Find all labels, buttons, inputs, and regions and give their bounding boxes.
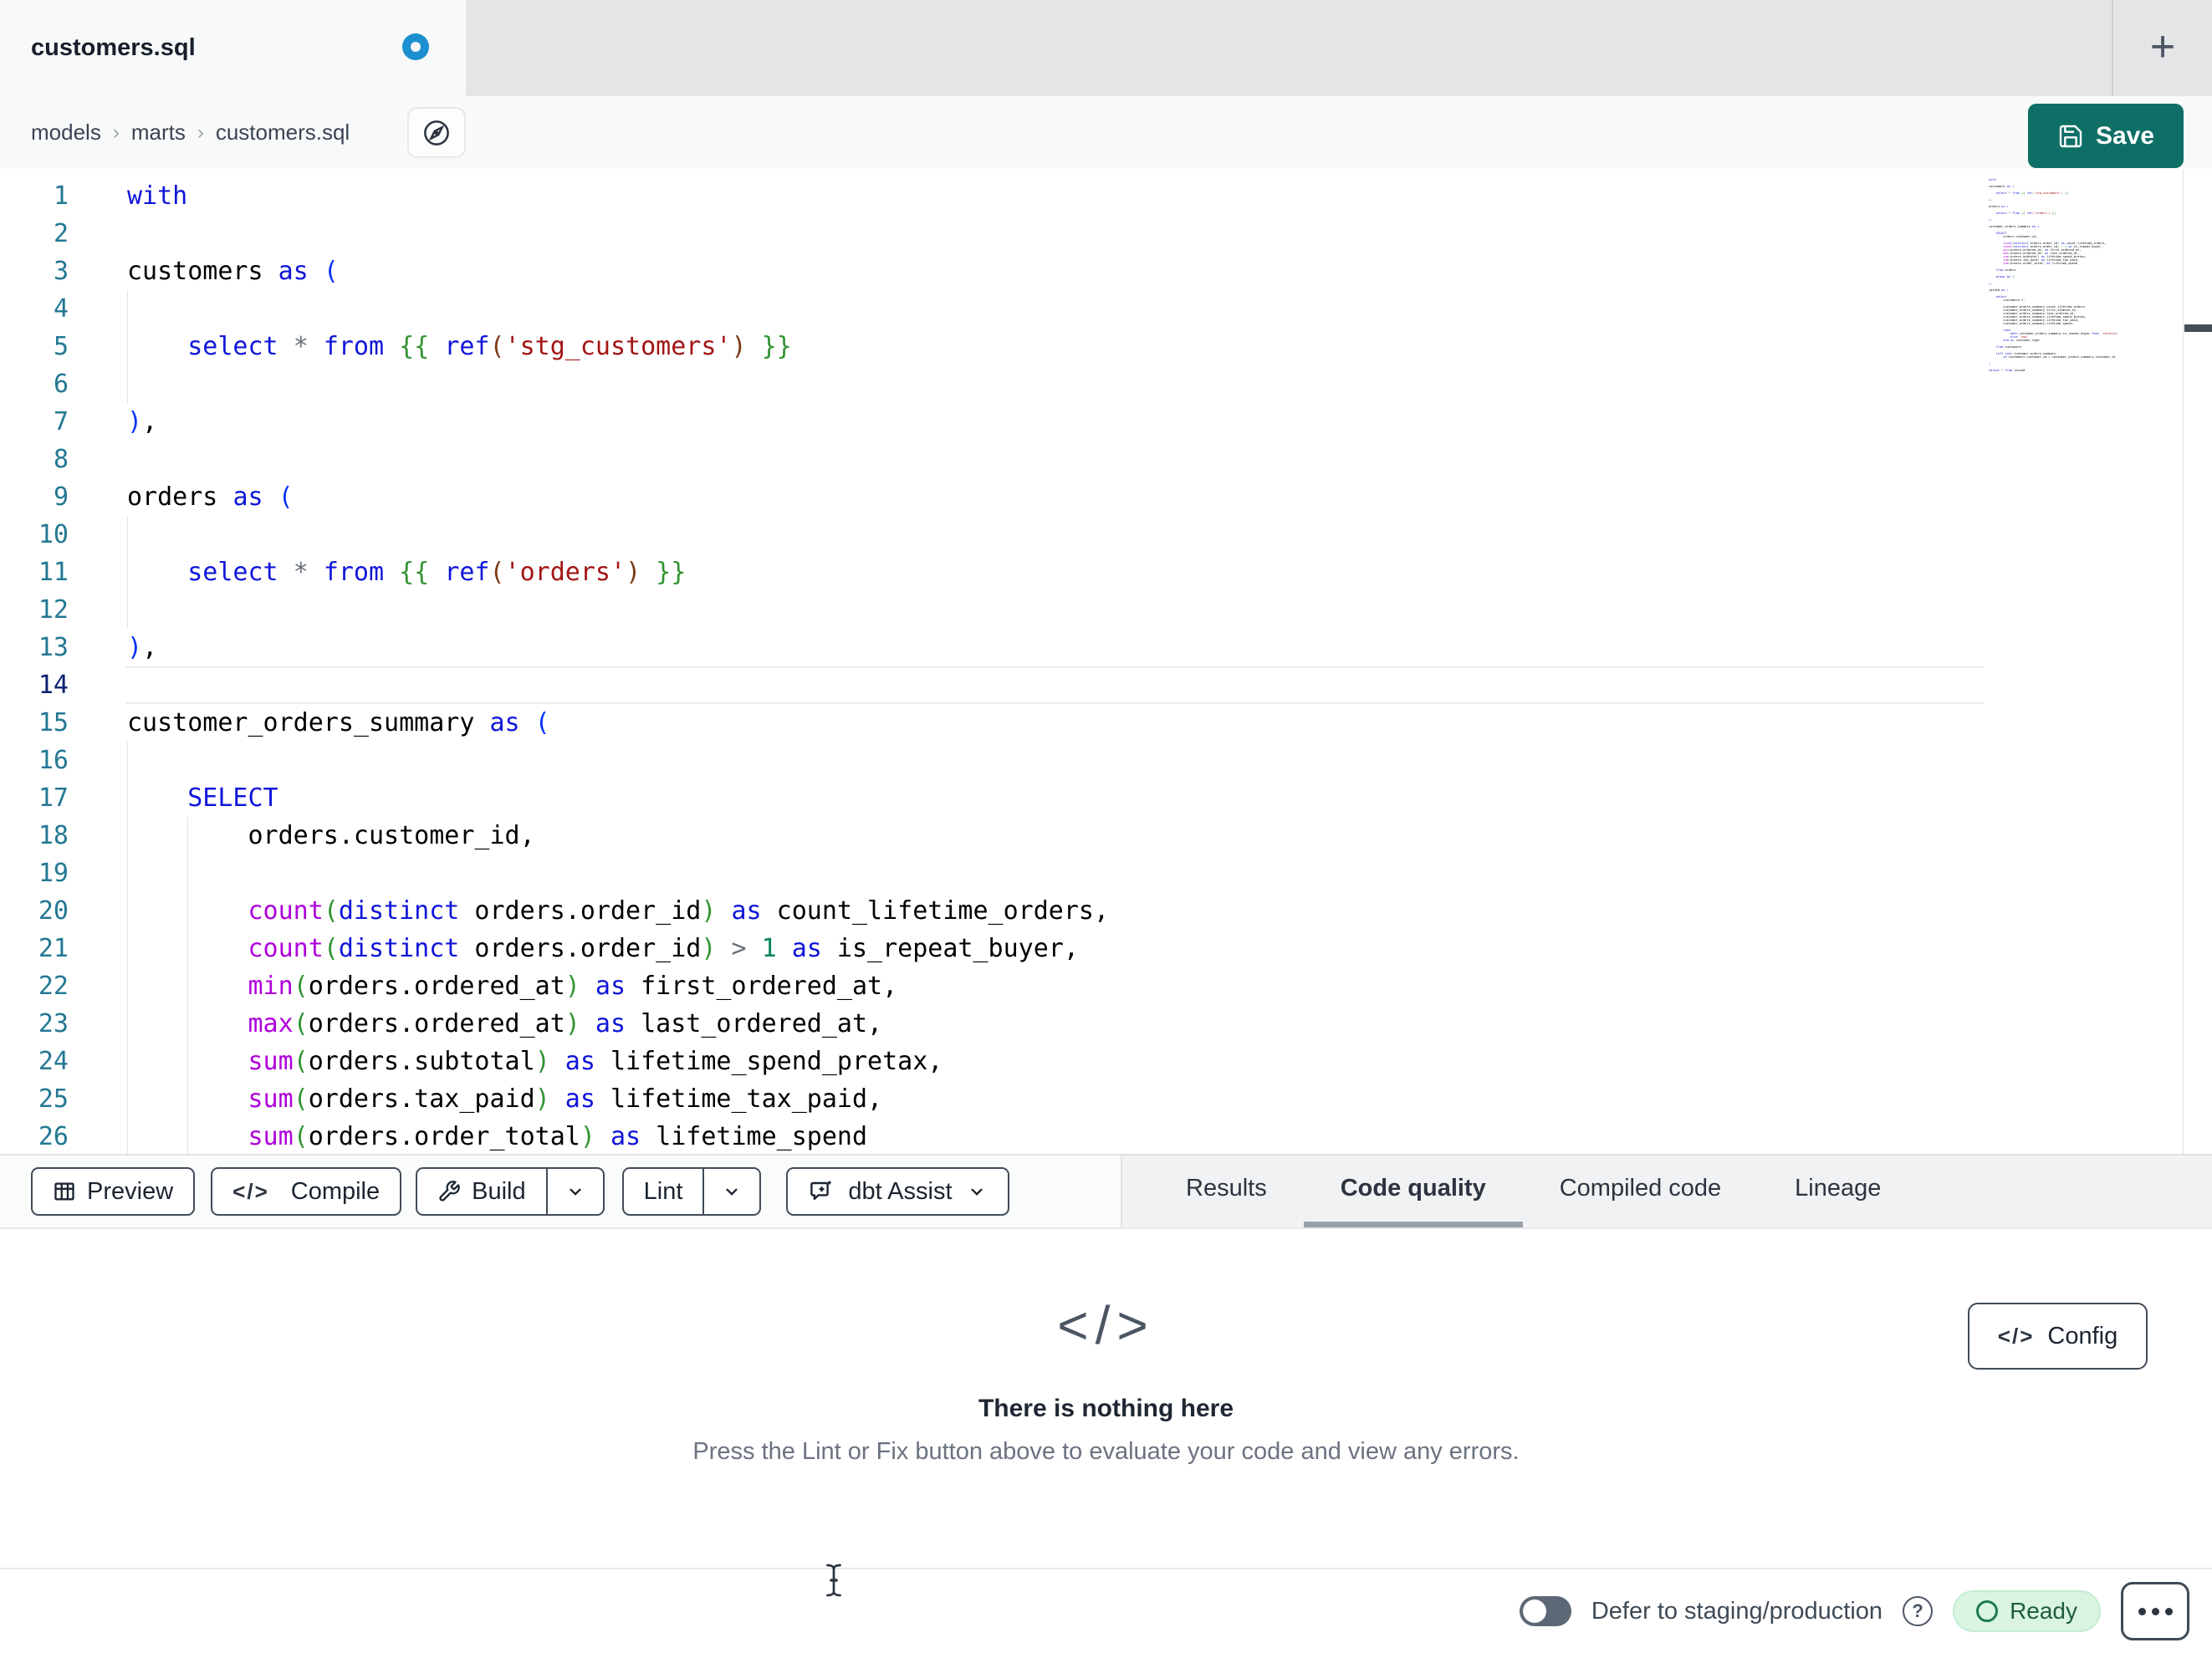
breadcrumb-marts[interactable]: marts [131, 120, 186, 145]
preview-label: Preview [87, 1177, 174, 1205]
config-button[interactable]: </> Config [1968, 1303, 2148, 1370]
empty-state-title: There is nothing here [978, 1395, 1234, 1422]
editor-actions: Preview </> Compile Build Lint dbt Assis… [0, 1156, 1121, 1227]
code-icon: </> [1997, 1323, 2035, 1349]
build-split-button: Build [416, 1167, 605, 1216]
empty-state: </> There is nothing here Press the Lint… [0, 1229, 2212, 1568]
tab-strip: customers.sql + [0, 0, 2212, 96]
help-icon[interactable]: ? [1903, 1596, 1934, 1626]
compile-button[interactable]: </> Compile [211, 1167, 402, 1216]
lint-label: Lint [643, 1177, 683, 1205]
ready-label: Ready [2010, 1598, 2077, 1624]
build-button[interactable]: Build [417, 1169, 546, 1214]
scrollbar-track [2183, 169, 2184, 1154]
indent-guide [187, 817, 189, 1156]
lint-button[interactable]: Lint [624, 1169, 703, 1214]
breadcrumb-models[interactable]: models [31, 120, 101, 145]
new-tab-button[interactable]: + [2131, 15, 2194, 79]
code-icon: </> [232, 1178, 269, 1204]
indent-guide [127, 516, 128, 629]
code-icon: </> [1057, 1295, 1155, 1355]
indent-guide [127, 742, 128, 1156]
tab-label: customers.sql [31, 34, 196, 61]
tab-customers-sql[interactable]: customers.sql [0, 0, 466, 96]
minimap[interactable]: with customers as ( select * from {{ ref(… [1989, 178, 2117, 372]
dot-icon [2138, 1607, 2146, 1615]
save-icon [2057, 123, 2084, 150]
unsaved-indicator-dot [402, 33, 429, 60]
build-dropdown-button[interactable] [548, 1169, 603, 1214]
action-bar: Preview </> Compile Build Lint dbt Assis… [0, 1154, 2212, 1229]
tab-results[interactable]: Results [1149, 1156, 1304, 1227]
dot-icon [2164, 1607, 2173, 1615]
more-menu-button[interactable] [2121, 1582, 2189, 1640]
config-label: Config [2047, 1322, 2118, 1349]
lint-dropdown-button[interactable] [704, 1169, 759, 1214]
ready-ring-icon [1976, 1600, 1999, 1622]
tab-compiled-code[interactable]: Compiled code [1523, 1156, 1758, 1227]
defer-toggle[interactable] [1519, 1596, 1571, 1626]
save-label: Save [2095, 121, 2155, 150]
chevron-down-icon [564, 1181, 586, 1202]
indent-guide [127, 290, 128, 403]
file-navigator-button[interactable] [407, 107, 466, 158]
defer-label: Defer to staging/production [1591, 1597, 1883, 1625]
status-bar: Defer to staging/production ? Ready [0, 1568, 2212, 1653]
compass-icon [421, 117, 452, 149]
compile-label-text: Compile [290, 1177, 381, 1205]
code-editor[interactable]: 1 2 3 4 5 6 7 8 9 10 11 12 13 14 15 16 17 18 19 20 21 22 23 24 2… [0, 169, 2212, 1156]
chevron-down-icon [721, 1181, 743, 1202]
code-quality-panel: </> There is nothing here Press the Lint… [0, 1229, 2212, 1568]
breadcrumb-customers-sql[interactable]: customers.sql [216, 120, 350, 145]
toggle-knob [1522, 1599, 1546, 1623]
assist-sparkle-chat-icon [808, 1178, 835, 1205]
lint-split-button: Lint [621, 1167, 762, 1216]
panel-tab-bar: Results Code quality Compiled code Linea… [1121, 1156, 2212, 1227]
tab-lineage[interactable]: Lineage [1758, 1156, 1918, 1227]
tabstrip-divider [2112, 0, 2113, 96]
code-content[interactable]: with customers as ( select * from {{ ref(… [127, 177, 1109, 1156]
breadcrumb-separator: › [197, 120, 204, 144]
table-icon [53, 1180, 76, 1203]
breadcrumb: models › marts › customers.sql [31, 96, 350, 169]
dbt-assist-label: dbt Assist [848, 1177, 953, 1205]
breadcrumb-separator: › [112, 120, 120, 144]
wrench-icon [437, 1180, 461, 1203]
file-header-bar: models › marts › customers.sql [0, 96, 2212, 169]
scrollbar-cursor-marker[interactable] [2184, 324, 2212, 332]
dbt-assist-button[interactable]: dbt Assist [786, 1167, 1009, 1216]
chevron-down-icon [966, 1181, 988, 1202]
preview-button[interactable]: Preview [31, 1167, 196, 1216]
line-number-gutter: 1 2 3 4 5 6 7 8 9 10 11 12 13 14 15 16 17 18 19 20 21 22 23 24 2… [38, 181, 69, 1151]
dot-icon [2151, 1607, 2159, 1615]
status-badge: Ready [1953, 1590, 2101, 1632]
build-label: Build [472, 1177, 526, 1205]
empty-state-subtitle: Press the Lint or Fix button above to ev… [692, 1438, 1520, 1465]
tab-code-quality[interactable]: Code quality [1303, 1156, 1523, 1227]
save-button[interactable]: Save [2028, 104, 2184, 168]
